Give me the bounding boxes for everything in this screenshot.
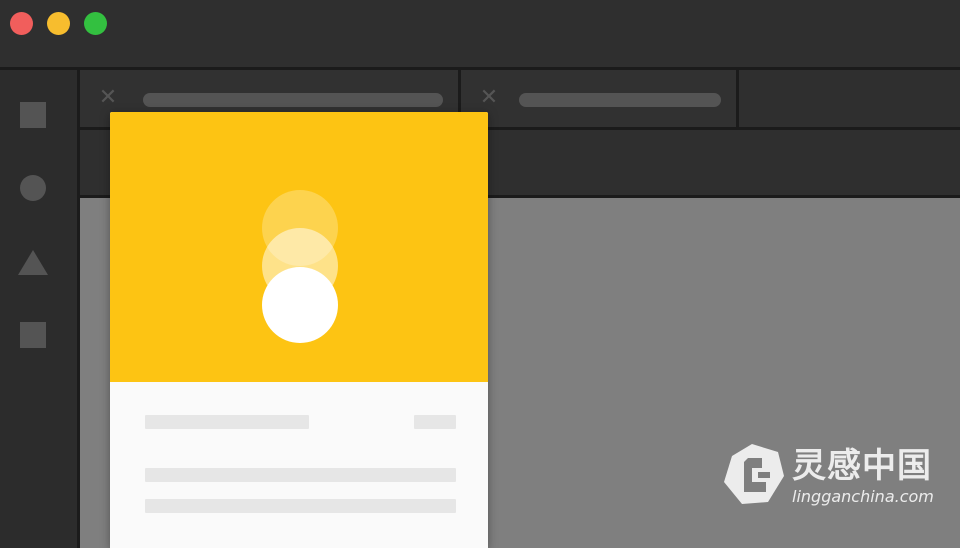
watermark: 灵感中国 lingganchina.com xyxy=(722,442,942,508)
close-icon[interactable]: ✕ xyxy=(478,87,500,109)
triangle-tool-icon[interactable] xyxy=(18,250,48,275)
rectangle-tool-icon[interactable] xyxy=(20,102,46,128)
orb-icon xyxy=(262,267,338,343)
close-icon[interactable]: ✕ xyxy=(97,87,119,109)
card-header xyxy=(110,112,488,382)
app-window: ✕ ✕ 灵感中国 lingganchina.com xyxy=(0,0,960,548)
window-close-button[interactable] xyxy=(10,12,33,35)
watermark-logo-icon xyxy=(724,444,784,504)
text-placeholder xyxy=(145,415,309,429)
window-minimize-button[interactable] xyxy=(47,12,70,35)
tab-title-placeholder xyxy=(519,93,721,107)
tab-title-placeholder xyxy=(143,93,443,107)
watermark-title: 灵感中国 xyxy=(792,446,932,486)
tab-2[interactable]: ✕ xyxy=(461,70,736,127)
card-preview[interactable] xyxy=(110,112,488,548)
frame-tool-icon[interactable] xyxy=(20,322,46,348)
ellipse-tool-icon[interactable] xyxy=(20,175,46,201)
text-placeholder xyxy=(145,499,456,513)
tool-sidebar xyxy=(0,70,77,548)
tab-separator xyxy=(736,70,739,127)
text-placeholder xyxy=(414,415,456,429)
window-maximize-button[interactable] xyxy=(84,12,107,35)
watermark-subtitle: lingganchina.com xyxy=(792,487,934,506)
text-placeholder xyxy=(145,468,456,482)
title-bar xyxy=(0,0,960,67)
